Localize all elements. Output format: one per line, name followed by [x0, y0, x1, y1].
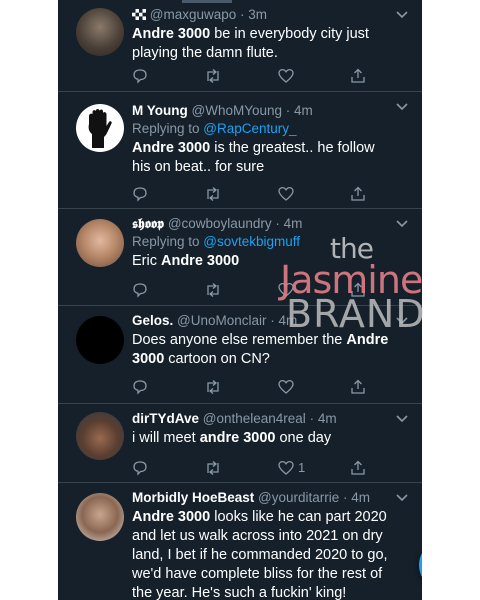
display-name[interactable]: M Young: [132, 103, 188, 118]
display-name[interactable]: dirTYdAve: [132, 411, 199, 426]
display-name[interactable]: Gelos.: [132, 313, 173, 328]
compose-tweet-icon: [419, 577, 422, 594]
like-icon[interactable]: [278, 379, 294, 395]
timeline-feed: @maxguwapo · 3m Andre 3000 be in everybo…: [58, 0, 422, 600]
chevron-down-icon[interactable]: [396, 412, 408, 426]
tweet-text: Eric Andre 3000: [132, 253, 240, 269]
tweet-time: · 4m: [309, 411, 337, 426]
chevron-down-icon[interactable]: [396, 100, 408, 114]
user-handle[interactable]: @onthelean4real: [203, 411, 306, 426]
user-handle[interactable]: @maxguwapo: [150, 7, 237, 22]
chevron-down-icon[interactable]: [396, 217, 408, 231]
like-icon[interactable]: 1: [278, 460, 305, 476]
like-icon[interactable]: [278, 186, 294, 202]
tweet[interactable]: @maxguwapo · 3m Andre 3000 be in everybo…: [58, 0, 422, 92]
retweet-icon[interactable]: [204, 460, 222, 476]
tweet-header: M Young @WhoMYoung · 4m: [132, 102, 396, 120]
tweet[interactable]: M Young @WhoMYoung · 4m Replying to @Rap…: [58, 92, 422, 209]
avatar[interactable]: [76, 493, 124, 541]
retweet-icon[interactable]: [204, 186, 222, 202]
like-icon[interactable]: [278, 68, 294, 84]
share-icon[interactable]: [350, 186, 366, 202]
reply-icon[interactable]: [132, 186, 148, 202]
share-icon[interactable]: [350, 379, 366, 395]
checkered-flag-icon: [132, 7, 150, 22]
display-name[interactable]: 𝖘𝖍𝖔𝖔𝖕: [132, 216, 164, 231]
compose-tweet-button[interactable]: [419, 540, 422, 590]
reply-icon[interactable]: [132, 68, 148, 84]
tweet-header: Morbidly HoeBeast @yourditarrie · 4m: [132, 489, 396, 507]
like-icon[interactable]: [278, 282, 294, 298]
user-handle[interactable]: @UnoMonclair: [177, 313, 266, 328]
chevron-down-icon[interactable]: [396, 8, 408, 22]
tweet-time: · 4m: [275, 216, 303, 231]
tweet-time: · 3m: [240, 7, 268, 22]
tweet-text: Andre 3000 looks like he can part 2020 a…: [132, 509, 388, 600]
replying-to-label: Replying to: [132, 234, 204, 249]
reply-icon[interactable]: [132, 282, 148, 298]
reply-icon[interactable]: [132, 379, 148, 395]
replying-to: Replying to @RapCentury_: [132, 120, 396, 138]
avatar[interactable]: [76, 219, 124, 267]
tweet-header: @maxguwapo · 3m: [132, 6, 396, 24]
tweet-text: Andre 3000 is the greatest.. he follow h…: [132, 140, 375, 175]
replying-to: Replying to @sovtekbigmuff: [132, 233, 396, 251]
tweet[interactable]: Morbidly HoeBeast @yourditarrie · 4m And…: [58, 483, 422, 600]
share-icon[interactable]: [350, 68, 366, 84]
avatar[interactable]: [76, 104, 124, 152]
user-handle[interactable]: @cowboylaundry: [168, 216, 272, 231]
like-count: 1: [298, 460, 306, 475]
tweet-time: · 4m: [285, 103, 313, 118]
tweet-header: 𝖘𝖍𝖔𝖔𝖕 @cowboylaundry · 4m: [132, 215, 396, 233]
tweet-time: · 4m: [343, 490, 371, 505]
display-name[interactable]: Morbidly HoeBeast: [132, 490, 254, 505]
retweet-icon[interactable]: [204, 282, 222, 298]
reply-icon[interactable]: [132, 460, 148, 476]
share-icon[interactable]: [350, 460, 366, 476]
user-handle[interactable]: @WhoMYoung: [192, 103, 283, 118]
mention-link[interactable]: @RapCentury_: [203, 121, 296, 136]
user-handle[interactable]: @yourditarrie: [258, 490, 339, 505]
mention-link[interactable]: @sovtekbigmuff: [203, 234, 300, 249]
tweet[interactable]: Gelos. @UnoMonclair · 4m Does anyone els…: [58, 306, 422, 404]
tweet-text: Does anyone else remember the Andre 3000…: [132, 332, 389, 367]
tweet[interactable]: dirTYdAve @onthelean4real · 4m i will me…: [58, 404, 422, 483]
replying-to-label: Replying to: [132, 121, 204, 136]
tweet[interactable]: 𝖘𝖍𝖔𝖔𝖕 @cowboylaundry · 4m Replying to @s…: [58, 209, 422, 306]
retweet-icon[interactable]: [204, 68, 222, 84]
tweet-text: Andre 3000 be in everybody city just pla…: [132, 26, 369, 61]
chevron-down-icon[interactable]: [396, 314, 408, 328]
tweet-text: i will meet andre 3000 one day: [132, 430, 332, 446]
chevron-down-icon[interactable]: [396, 491, 408, 505]
tweet-header: dirTYdAve @onthelean4real · 4m: [132, 410, 396, 428]
tweet-header: Gelos. @UnoMonclair · 4m: [132, 312, 396, 330]
avatar[interactable]: [76, 316, 124, 364]
avatar[interactable]: [76, 412, 124, 460]
avatar[interactable]: [76, 8, 124, 56]
retweet-icon[interactable]: [204, 379, 222, 395]
share-icon[interactable]: [350, 282, 366, 298]
tweet-time: · 4m: [270, 313, 298, 328]
